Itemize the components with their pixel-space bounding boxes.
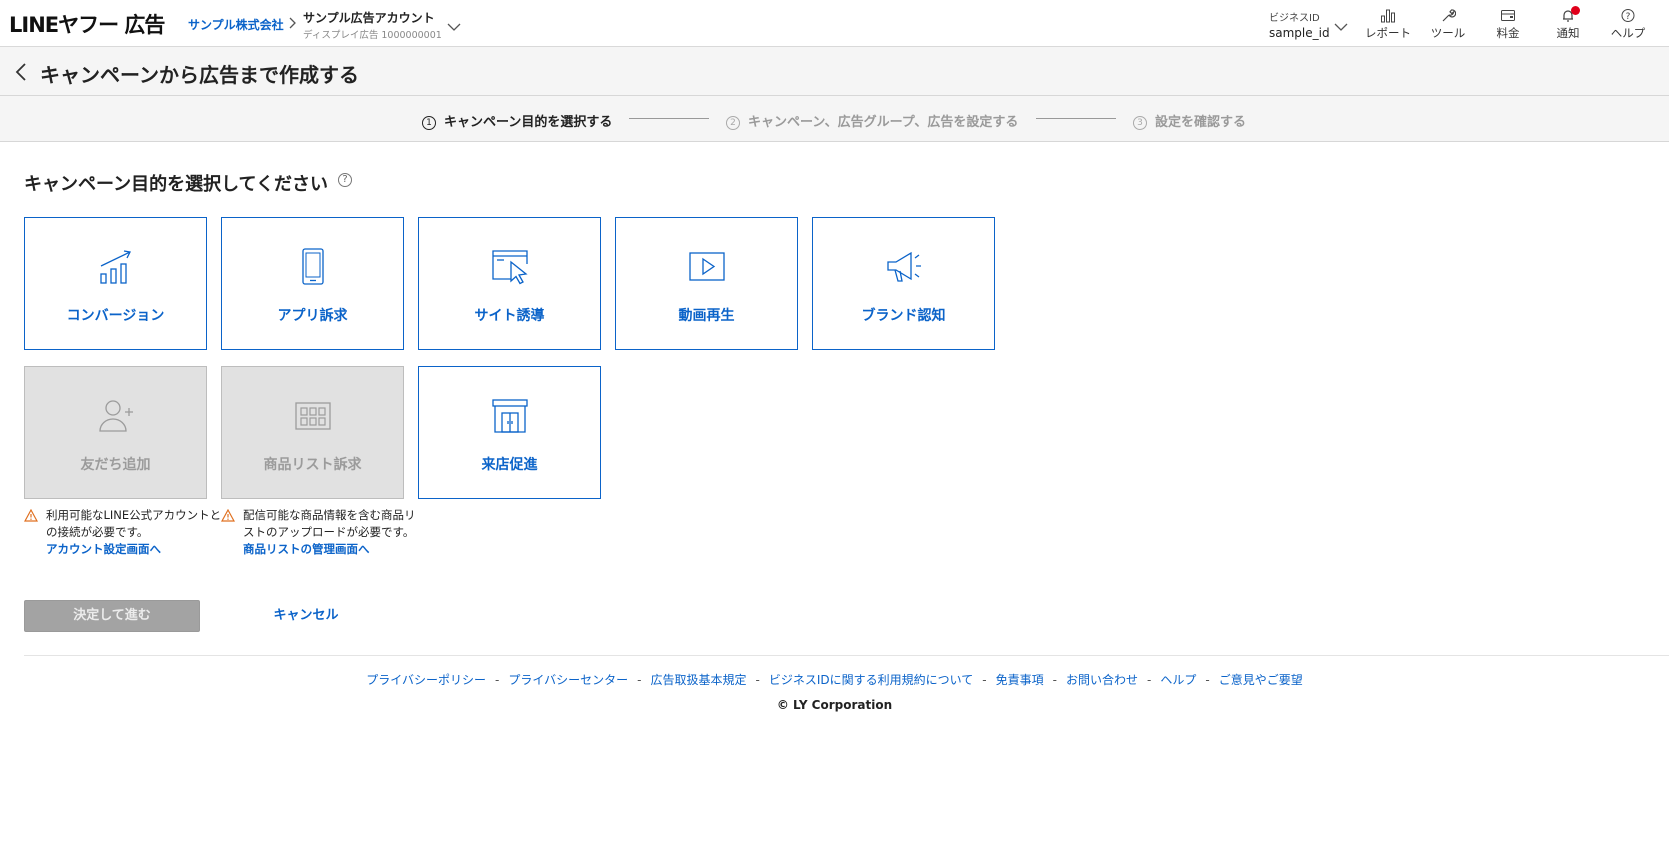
notification-badge: [1571, 6, 1580, 15]
card-label: コンバージョン: [66, 308, 165, 324]
footer-link-disclaimer[interactable]: 免責事項: [996, 673, 1044, 687]
objective-card-video[interactable]: 動画再生: [615, 217, 798, 350]
chart-growth-icon: [25, 248, 206, 286]
footer-link-business-id-terms[interactable]: ビジネスIDに関する利用規約について: [769, 673, 973, 687]
business-id-value: sample_id: [1269, 26, 1330, 40]
objective-card-app[interactable]: アプリ訴求: [221, 217, 404, 350]
nav-report-label: レポート: [1365, 26, 1411, 40]
card-label: ブランド認知: [861, 308, 946, 324]
card-label: 動画再生: [678, 308, 735, 324]
card-label: 来店促進: [481, 457, 538, 473]
footer-separator: -: [495, 673, 500, 687]
section-title: キャンペーン目的を選択してください: [24, 174, 329, 195]
objective-card-friend-add: 友だち追加: [24, 366, 207, 499]
footer-links: プライバシーポリシー - プライバシーセンター - 広告取扱基本規定 - ビジネスIDに関す…: [0, 671, 1669, 688]
logo[interactable]: LINEヤフー 広告: [9, 9, 165, 39]
nav-tool-label: ツール: [1430, 26, 1466, 40]
card-label: 商品リスト訴求: [263, 457, 362, 473]
account-settings-link[interactable]: アカウント設定画面へ: [46, 541, 224, 558]
step-3: 3 設定を確認する: [1133, 111, 1246, 130]
step-label: 設定を確認する: [1155, 115, 1247, 130]
nav-help-button[interactable]: ? ヘルプ: [1598, 6, 1658, 42]
step-label: キャンペーン目的を選択する: [444, 115, 613, 130]
bar-chart-icon: [1358, 8, 1418, 23]
objective-card-site[interactable]: サイト誘導: [418, 217, 601, 350]
footer-link-privacy-center[interactable]: プライバシーセンター: [508, 673, 628, 687]
friend-add-notice: 利用可能なLINE公式アカウントとの接続が必要です。 アカウント設定画面へ: [23, 507, 224, 558]
copyright: © LY Corporation: [776, 698, 893, 712]
cancel-button[interactable]: キャンセル: [262, 600, 350, 632]
notice-text: 配信可能な商品情報を含む商品リストのアップロードが必要です。: [243, 508, 416, 539]
product-list-icon: [222, 397, 403, 435]
help-tooltip-icon[interactable]: ?: [338, 173, 352, 187]
nav-notification-button[interactable]: 通知: [1538, 6, 1598, 42]
nav-billing-label: 料金: [1496, 26, 1520, 40]
footer-separator: -: [1052, 673, 1057, 687]
footer-separator: -: [755, 673, 760, 687]
footer-link-ad-terms[interactable]: 広告取扱基本規定: [651, 673, 747, 687]
footer-separator: -: [1147, 673, 1152, 687]
smartphone-icon: [222, 248, 403, 286]
nav-report-button[interactable]: レポート: [1358, 6, 1418, 42]
bell-icon: [1538, 8, 1598, 23]
chevron-down-icon[interactable]: [1334, 17, 1348, 36]
wrench-icon: [1418, 8, 1478, 23]
objective-card-store-visit[interactable]: 来店促進: [418, 366, 601, 499]
nav-tool-button[interactable]: ツール: [1418, 6, 1478, 42]
card-label: サイト誘導: [474, 308, 545, 324]
objective-card-conversion[interactable]: コンバージョン: [24, 217, 207, 350]
step-number: 1: [422, 116, 436, 130]
warning-icon: [220, 508, 236, 527]
product-list-notice: 配信可能な商品情報を含む商品リストのアップロードが必要です。 商品リストの管理画…: [220, 507, 421, 558]
card-label: アプリ訴求: [277, 308, 348, 324]
footer-link-help[interactable]: ヘルプ: [1160, 673, 1196, 687]
submit-button[interactable]: 決定して進む: [24, 600, 200, 632]
product-list-management-link[interactable]: 商品リストの管理画面へ: [243, 541, 421, 558]
step-number: 2: [726, 116, 740, 130]
add-friend-icon: [25, 397, 206, 435]
nav-notification-label: 通知: [1556, 26, 1580, 40]
page-title: キャンペーンから広告まで作成する: [40, 63, 359, 87]
chevron-right-icon: [288, 15, 297, 34]
objective-card-product-list: 商品リスト訴求: [221, 366, 404, 499]
account-subtitle: ディスプレイ広告 1000000001: [303, 30, 442, 41]
progress-stepper: 1 キャンペーン目的を選択する 2 キャンペーン、広告グループ、広告を設定する 3設…: [0, 96, 1669, 142]
storefront-icon: [419, 397, 600, 435]
footer-separator: -: [982, 673, 987, 687]
nav-billing-button[interactable]: 料金: [1478, 6, 1538, 42]
top-header: LINEヤフー 広告 サンプル株式会社 サンプル広告アカウント ディスプレイ広告…: [0, 0, 1669, 47]
footer-link-feedback[interactable]: ご意見やご要望: [1219, 673, 1303, 687]
svg-text:?: ?: [1626, 12, 1631, 22]
step-1: 1 キャンペーン目的を選択する: [422, 111, 612, 130]
page-title-bar: キャンペーンから広告まで作成する: [0, 47, 1669, 96]
step-label: キャンペーン、広告グループ、広告を設定する: [748, 115, 1019, 130]
step-2: 2 キャンペーン、広告グループ、広告を設定する: [726, 111, 1018, 130]
footer-link-contact[interactable]: お問い合わせ: [1066, 673, 1138, 687]
video-play-icon: [616, 248, 797, 286]
megaphone-icon: [813, 248, 994, 286]
nav-help-label: ヘルプ: [1610, 26, 1646, 40]
back-arrow-icon[interactable]: [12, 60, 32, 84]
notice-text: 利用可能なLINE公式アカウントとの接続が必要です。: [46, 508, 222, 539]
chevron-down-icon[interactable]: [447, 17, 461, 36]
business-id-label: ビジネスID: [1269, 13, 1320, 24]
business-id-selector[interactable]: ビジネスID sample_id: [1269, 9, 1330, 40]
warning-icon: [23, 508, 39, 527]
footer-divider: [24, 655, 1669, 656]
footer-separator: -: [637, 673, 642, 687]
card-label: 友だち追加: [80, 457, 151, 473]
breadcrumb-company-link[interactable]: サンプル株式会社: [188, 16, 284, 33]
step-connector: [629, 118, 709, 119]
browser-cursor-icon: [419, 248, 600, 286]
account-name[interactable]: サンプル広告アカウント: [303, 9, 435, 26]
step-connector: [1036, 118, 1116, 119]
question-circle-icon: ?: [1598, 8, 1658, 23]
footer-separator: -: [1205, 673, 1210, 687]
step-number: 3: [1133, 116, 1147, 130]
objective-card-brand[interactable]: ブランド認知: [812, 217, 995, 350]
wallet-icon: [1478, 8, 1538, 23]
footer-link-privacy-policy[interactable]: プライバシーポリシー: [366, 673, 486, 687]
